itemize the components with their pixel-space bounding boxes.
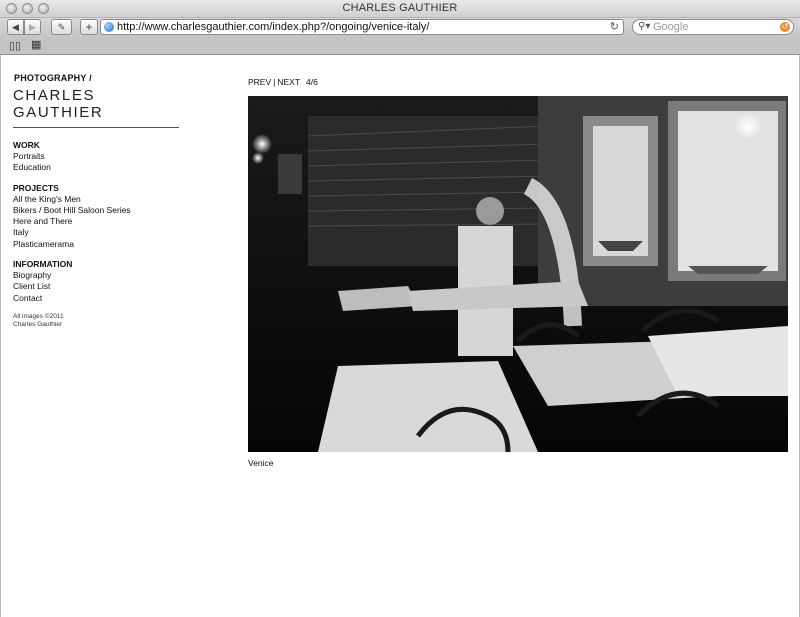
edit-icon: ✎ [57, 21, 66, 32]
nav-heading-projects: PROJECTS [13, 182, 59, 193]
nav-link-education[interactable]: Education [13, 162, 183, 173]
main-photo[interactable] [248, 96, 788, 452]
copyright-notice: All images ©2011 Charles Gauthier [13, 313, 183, 329]
photo-pager: PREV | NEXT 4/6 [248, 77, 318, 87]
venice-cafe-photo [248, 96, 788, 452]
nav-group-work: WORK Portraits Education [13, 140, 183, 174]
search-placeholder: Google [653, 21, 689, 33]
copyright-line-2: Charles Gauthier [13, 320, 63, 328]
photo-caption: Venice [248, 458, 274, 468]
nav-heading-work: WORK [13, 140, 40, 150]
reload-icon[interactable]: ↻ [610, 20, 619, 33]
snapback-icon[interactable]: ↺ [780, 22, 790, 32]
title-divider [13, 127, 179, 128]
back-button[interactable]: ◀ [7, 19, 24, 35]
search-icon: ⚲▾ [638, 21, 651, 32]
add-bookmark-button[interactable]: + [80, 19, 98, 35]
nav-group-projects: PROJECTS All the King's Men Bikers / Boo… [13, 183, 183, 250]
pager-count: 4/6 [306, 77, 318, 87]
back-icon: ◀ [12, 21, 19, 32]
address-bar[interactable]: http://www.charlesgauthier.com/index.php… [100, 19, 624, 35]
bookmarks-book-icon[interactable]: ▯▯ [9, 39, 21, 52]
nav-link-all-the-kings-men[interactable]: All the King's Men [13, 194, 183, 205]
pager-separator: | [273, 77, 276, 87]
nav-link-plasticamerama[interactable]: Plasticamerama [13, 239, 183, 250]
site-title[interactable]: CHARLES GAUTHIER [13, 87, 183, 121]
sidebar: PHOTOGRAPHY / CHARLES GAUTHIER WORK Port… [13, 73, 183, 329]
nav-link-here-and-there[interactable]: Here and There [13, 216, 183, 227]
globe-icon [104, 22, 114, 32]
top-sites-grid-icon[interactable]: ▦ [31, 38, 41, 51]
nav-group-information: INFORMATION Biography Client List Contac… [13, 259, 183, 304]
browser-toolbar: ◀ ▶ ✎ + http://www.charlesgauthier.com/i… [0, 18, 800, 38]
nav-link-client-list[interactable]: Client List [13, 281, 183, 292]
next-link[interactable]: NEXT [277, 77, 300, 87]
forward-button[interactable]: ▶ [24, 19, 41, 35]
add-bookmark-icon: + [85, 20, 93, 34]
web-page: PHOTOGRAPHY / CHARLES GAUTHIER WORK Port… [0, 55, 800, 617]
prev-link[interactable]: PREV [248, 77, 271, 87]
window-titlebar: CHARLES GAUTHIER [0, 0, 800, 18]
copyright-line-1: All images ©2011 [13, 312, 64, 320]
nav-link-italy[interactable]: Italy [13, 227, 183, 238]
site-kicker: PHOTOGRAPHY / [14, 73, 92, 83]
nav-link-bikers[interactable]: Bikers / Boot Hill Saloon Series [13, 205, 183, 216]
nav-link-portraits[interactable]: Portraits [13, 151, 183, 162]
nav-link-contact[interactable]: Contact [13, 293, 183, 304]
window-title: CHARLES GAUTHIER [342, 2, 458, 14]
nav-heading-information: INFORMATION [13, 259, 73, 270]
nav-link-biography[interactable]: Biography [13, 270, 183, 281]
edit-button[interactable]: ✎ [51, 19, 72, 35]
address-text[interactable]: http://www.charlesgauthier.com/index.php… [117, 21, 429, 33]
forward-icon: ▶ [29, 21, 36, 32]
bookmarks-bar: ▯▯ ▦ [0, 38, 800, 55]
search-field[interactable]: ⚲▾ Google ↺ [632, 19, 794, 35]
